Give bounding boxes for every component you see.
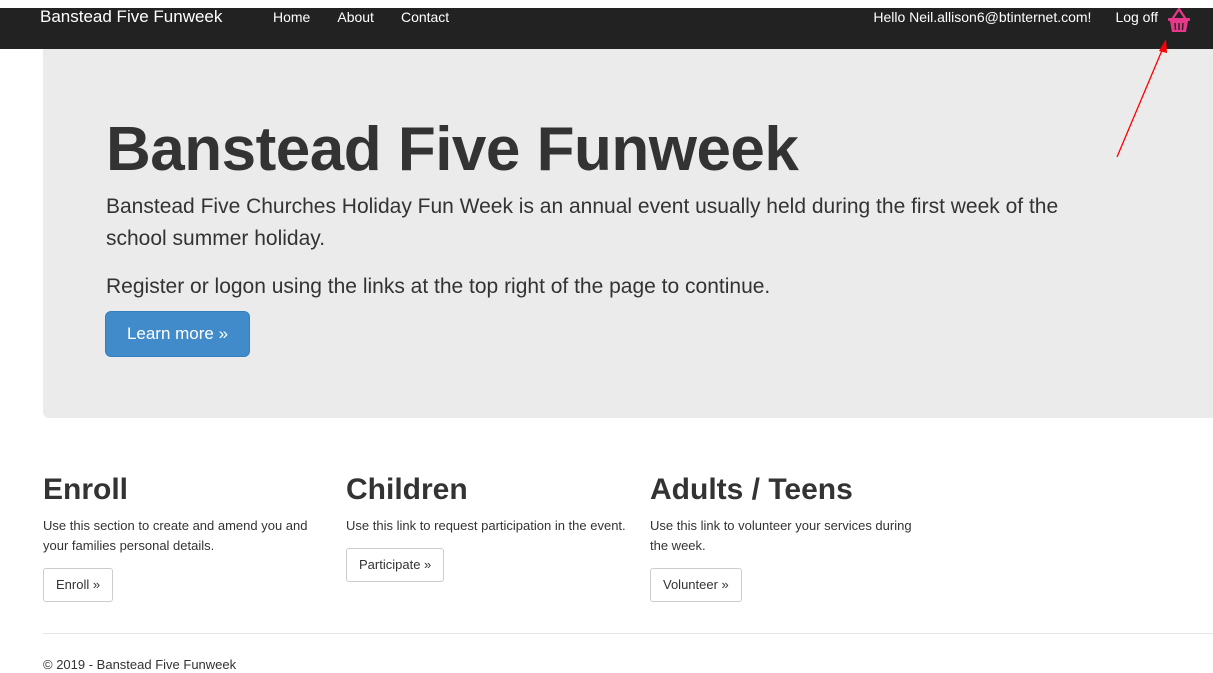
nav-links: Home About Contact (273, 9, 476, 25)
nav-user-area: Hello Neil.allison6@btinternet.com! Log … (873, 6, 1191, 34)
nav-contact-link[interactable]: Contact (401, 9, 449, 25)
nav-about-link[interactable]: About (337, 9, 374, 25)
top-navbar: Banstead Five Funweek Home About Contact… (0, 6, 1213, 49)
user-greeting-link[interactable]: Hello Neil.allison6@btinternet.com! (873, 9, 1091, 25)
participate-button[interactable]: Participate » (346, 548, 445, 582)
enroll-section: Enroll Use this section to create and am… (43, 472, 323, 602)
jumbotron: Banstead Five Funweek Banstead Five Chur… (43, 49, 1213, 418)
children-heading: Children (346, 473, 468, 506)
enroll-button[interactable]: Enroll » (43, 568, 114, 602)
shopping-basket-icon[interactable] (1167, 6, 1191, 34)
enroll-heading: Enroll (43, 473, 129, 506)
page-title: Banstead Five Funweek (106, 115, 799, 184)
footer-copyright: © 2019 - Banstead Five Funweek (43, 657, 237, 672)
register-text: Register or logon using the links at the… (106, 275, 771, 298)
adults-teens-section: Adults / Teens Use this link to voluntee… (650, 472, 940, 602)
children-section: Children Use this link to request partic… (346, 472, 626, 582)
learn-more-button[interactable]: Learn more » (105, 311, 250, 357)
brand-link[interactable]: Banstead Five Funweek (40, 8, 222, 25)
nav-home-link[interactable]: Home (273, 9, 310, 25)
volunteer-button[interactable]: Volunteer » (650, 568, 742, 602)
children-description: Use this link to request participation i… (346, 518, 626, 533)
adults-teens-description: Use this link to volunteer your services… (650, 518, 912, 553)
adults-teens-heading: Adults / Teens (650, 473, 853, 506)
log-off-link[interactable]: Log off (1115, 9, 1158, 25)
enroll-description: Use this section to create and amend you… (43, 518, 308, 553)
intro-text: Banstead Five Churches Holiday Fun Week … (106, 195, 1059, 250)
footer-divider (43, 633, 1213, 634)
